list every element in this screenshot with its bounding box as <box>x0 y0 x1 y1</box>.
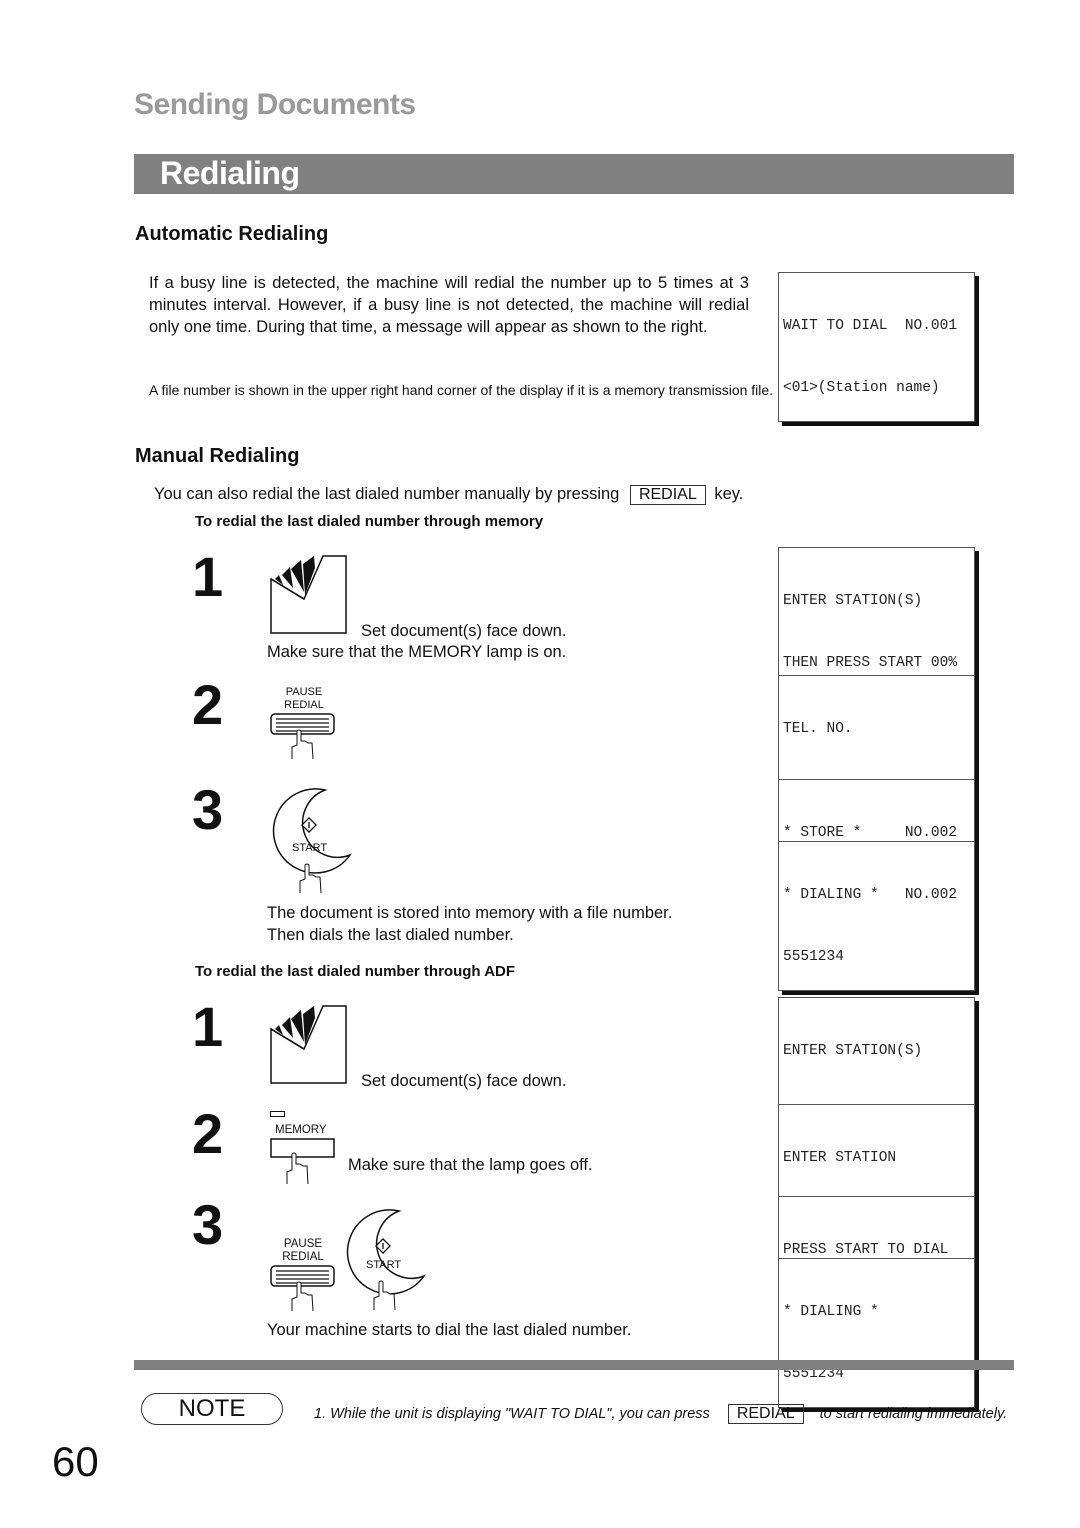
redial-key-label: REDIAL <box>727 1404 804 1424</box>
redial-label: REDIAL <box>284 699 324 711</box>
section-title: Sending Documents <box>134 88 416 121</box>
memory-lamp-icon <box>270 1111 285 1117</box>
lcd-line-1: ENTER STATION(S) <box>783 593 923 609</box>
page-banner: Redialing <box>134 154 1014 194</box>
note-text-after: to start redialing immediately. <box>819 1406 1008 1422</box>
note-badge: NOTE <box>141 1393 283 1425</box>
manual-redialing-heading: Manual Redialing <box>135 445 300 467</box>
manual-intro-suffix: key. <box>714 485 744 503</box>
note-text-before: 1. While the unit is displaying "WAIT TO… <box>314 1406 710 1422</box>
footer-divider <box>134 1360 1014 1370</box>
step-caption: Set document(s) face down. <box>361 1072 567 1090</box>
lcd-line-2: 5551234 <box>783 948 844 965</box>
step-number: 3 <box>192 1193 224 1256</box>
automatic-redialing-heading: Automatic Redialing <box>135 223 329 245</box>
lcd-wait-to-dial: WAIT TO DIAL NO.001 <01>(Station name) <box>778 272 975 422</box>
redial-label: REDIAL <box>282 1251 324 1263</box>
lcd-line-2: THEN PRESS START 00% <box>783 654 958 671</box>
lcd-line-1: ENTER STATION(S) <box>783 1043 923 1059</box>
step-caption: Make sure that the MEMORY lamp is on. <box>267 643 567 661</box>
step-number: 1 <box>192 545 224 608</box>
lcd-dialing: * DIALING * NO.002 5551234 <box>778 841 975 991</box>
start-label: START <box>366 1259 402 1271</box>
pause-redial-button-icon[interactable] <box>270 713 336 763</box>
pause-redial-button-icon[interactable] <box>270 1265 336 1315</box>
lcd-line-1: WAIT TO DIAL NO.001 <box>783 318 958 334</box>
automatic-redialing-paragraph: If a busy line is detected, the machine … <box>149 274 749 336</box>
memory-subheading: To redial the last dialed number through… <box>195 513 544 530</box>
lcd-dialing: * DIALING * 5551234 <box>778 1258 975 1408</box>
pause-label: PAUSE <box>285 686 323 698</box>
memory-button-icon[interactable] <box>270 1138 336 1188</box>
document-face-down-icon <box>270 1005 347 1084</box>
note-text: 1. While the unit is displaying "WAIT TO… <box>314 1403 1014 1425</box>
pause-redial-label: PAUSE REDIAL <box>282 686 326 712</box>
lcd-line-1: TEL. NO. <box>783 721 853 737</box>
step-number: 1 <box>192 995 224 1058</box>
redial-key-label: REDIAL <box>629 485 706 505</box>
step-number: 2 <box>192 673 224 736</box>
memory-label: MEMORY <box>275 1124 327 1136</box>
banner-title: Redialing <box>160 155 300 191</box>
adf-subheading: To redial the last dialed number through… <box>195 963 516 980</box>
manual-intro-text: You can also redial the last dialed numb… <box>154 485 620 503</box>
lcd-line-1: ENTER STATION <box>783 1150 897 1166</box>
lcd-line-1: * DIALING * NO.002 <box>783 887 958 903</box>
document-face-down-icon <box>270 555 347 634</box>
step-caption: Set document(s) face down. <box>361 622 567 640</box>
lcd-line-1: * DIALING * <box>783 1304 879 1320</box>
start-label: START <box>292 842 328 854</box>
manual-intro: You can also redial the last dialed numb… <box>154 483 743 505</box>
pause-label: PAUSE <box>283 1238 323 1250</box>
step-number: 2 <box>192 1102 224 1165</box>
page-number: 60 <box>52 1438 99 1485</box>
file-number-note: A file number is shown in the upper righ… <box>149 382 774 398</box>
step-caption: The document is stored into memory with … <box>267 904 673 922</box>
step-number: 3 <box>192 778 224 841</box>
pause-redial-label: PAUSE REDIAL <box>280 1238 326 1264</box>
step-caption: Then dials the last dialed number. <box>267 926 514 944</box>
step-caption: Your machine starts to dial the last dia… <box>267 1321 632 1339</box>
lcd-line-2: <01>(Station name) <box>783 379 940 396</box>
step-caption: Make sure that the lamp goes off. <box>348 1156 593 1174</box>
